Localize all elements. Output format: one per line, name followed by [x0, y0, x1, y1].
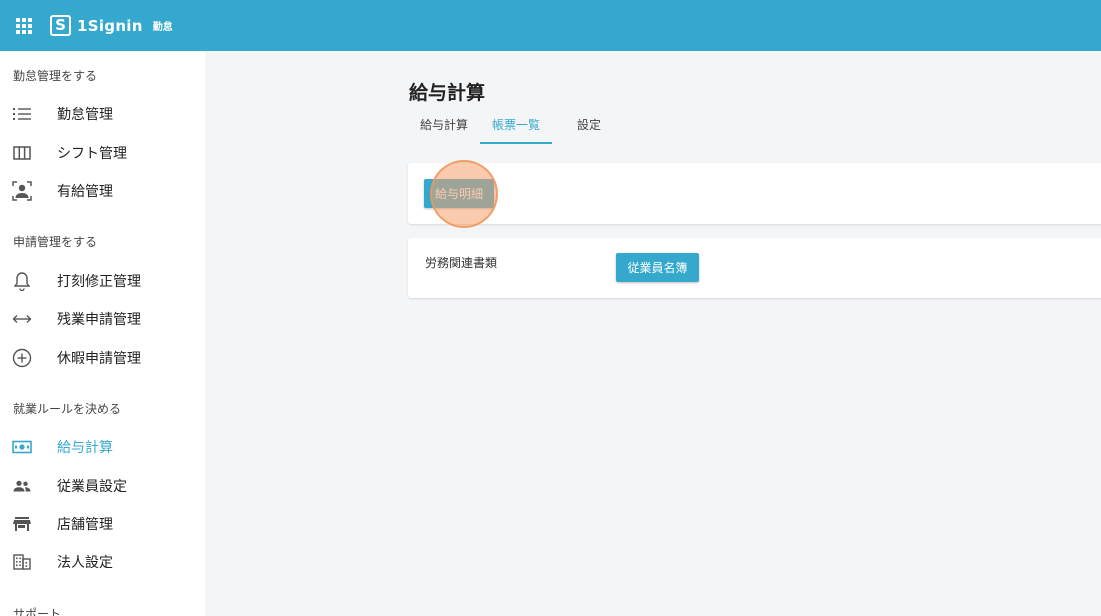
sidebar-item-stores[interactable]: 店舗管理 — [0, 506, 205, 542]
sidebar-section-title: 就業ルールを決める — [13, 402, 122, 416]
employee-roster-button[interactable]: 従業員名簿 — [616, 253, 699, 282]
sidebar-section-title: 申請管理をする — [13, 235, 98, 249]
sidebar-item-label: 打刻修正管理 — [57, 274, 141, 290]
sidebar-item-label: 勤怠管理 — [57, 107, 113, 123]
bell-icon — [11, 270, 33, 292]
people-icon — [11, 475, 33, 497]
page-title: 給与計算 — [409, 82, 486, 104]
tab-settings[interactable]: 設定 — [567, 116, 611, 144]
app-name: 1Signin — [77, 16, 143, 35]
money-icon — [11, 436, 33, 458]
sidebar-item-label: 店舗管理 — [57, 517, 113, 533]
building-icon — [11, 551, 33, 573]
sidebar-section-title: 勤怠管理をする — [13, 69, 98, 83]
sidebar-section-title: サポート — [13, 607, 62, 616]
sidebar-item-overtime[interactable]: 残業申請管理 — [0, 301, 205, 337]
store-icon — [11, 513, 33, 535]
sidebar-item-label: 給与計算 — [57, 440, 113, 456]
sidebar-item-label: シフト管理 — [57, 146, 127, 162]
sidebar-item-punch-correction[interactable]: 打刻修正管理 — [0, 263, 205, 299]
sidebar-item-label: 休暇申請管理 — [57, 351, 141, 367]
apps-grid-icon[interactable] — [16, 17, 32, 34]
sidebar: 勤怠管理をする 勤怠管理 シフト管理 有給管理 申請管理をする 打刻修正管理 残… — [0, 51, 205, 616]
labor-documents-card: 労務関連書類 従業員名簿 — [408, 238, 1101, 298]
payslip-button[interactable]: 給与明細 — [424, 179, 494, 208]
sidebar-item-label: 残業申請管理 — [57, 312, 141, 328]
sidebar-item-label: 従業員設定 — [57, 479, 127, 495]
app-logo[interactable]: S 1Signin 勤怠 — [50, 15, 173, 36]
logo-mark: S — [50, 15, 71, 36]
sidebar-item-paid-leave[interactable]: 有給管理 — [0, 173, 205, 209]
sidebar-item-payroll[interactable]: 給与計算 — [0, 429, 205, 465]
payslip-card: 給与明細 — [408, 163, 1101, 224]
list-icon — [11, 103, 33, 125]
sidebar-item-label: 有給管理 — [57, 184, 113, 200]
plus-circle-icon — [11, 347, 33, 369]
sidebar-item-attendance[interactable]: 勤怠管理 — [0, 96, 205, 132]
person-frame-icon — [11, 180, 33, 202]
columns-icon — [11, 142, 33, 164]
sidebar-item-vacation[interactable]: 休暇申請管理 — [0, 340, 205, 376]
sidebar-item-label: 法人設定 — [57, 555, 113, 571]
tab-reports[interactable]: 帳票一覧 — [480, 116, 552, 144]
top-bar: S 1Signin 勤怠 — [0, 0, 1101, 51]
tab-payroll[interactable]: 給与計算 — [413, 116, 475, 144]
labor-documents-label: 労務関連書類 — [425, 256, 498, 270]
sidebar-item-shift[interactable]: シフト管理 — [0, 135, 205, 171]
double-arrow-icon — [11, 308, 33, 330]
app-subtitle: 勤怠 — [152, 22, 173, 33]
sidebar-item-corporation[interactable]: 法人設定 — [0, 544, 205, 580]
sidebar-item-employees[interactable]: 従業員設定 — [0, 468, 205, 504]
